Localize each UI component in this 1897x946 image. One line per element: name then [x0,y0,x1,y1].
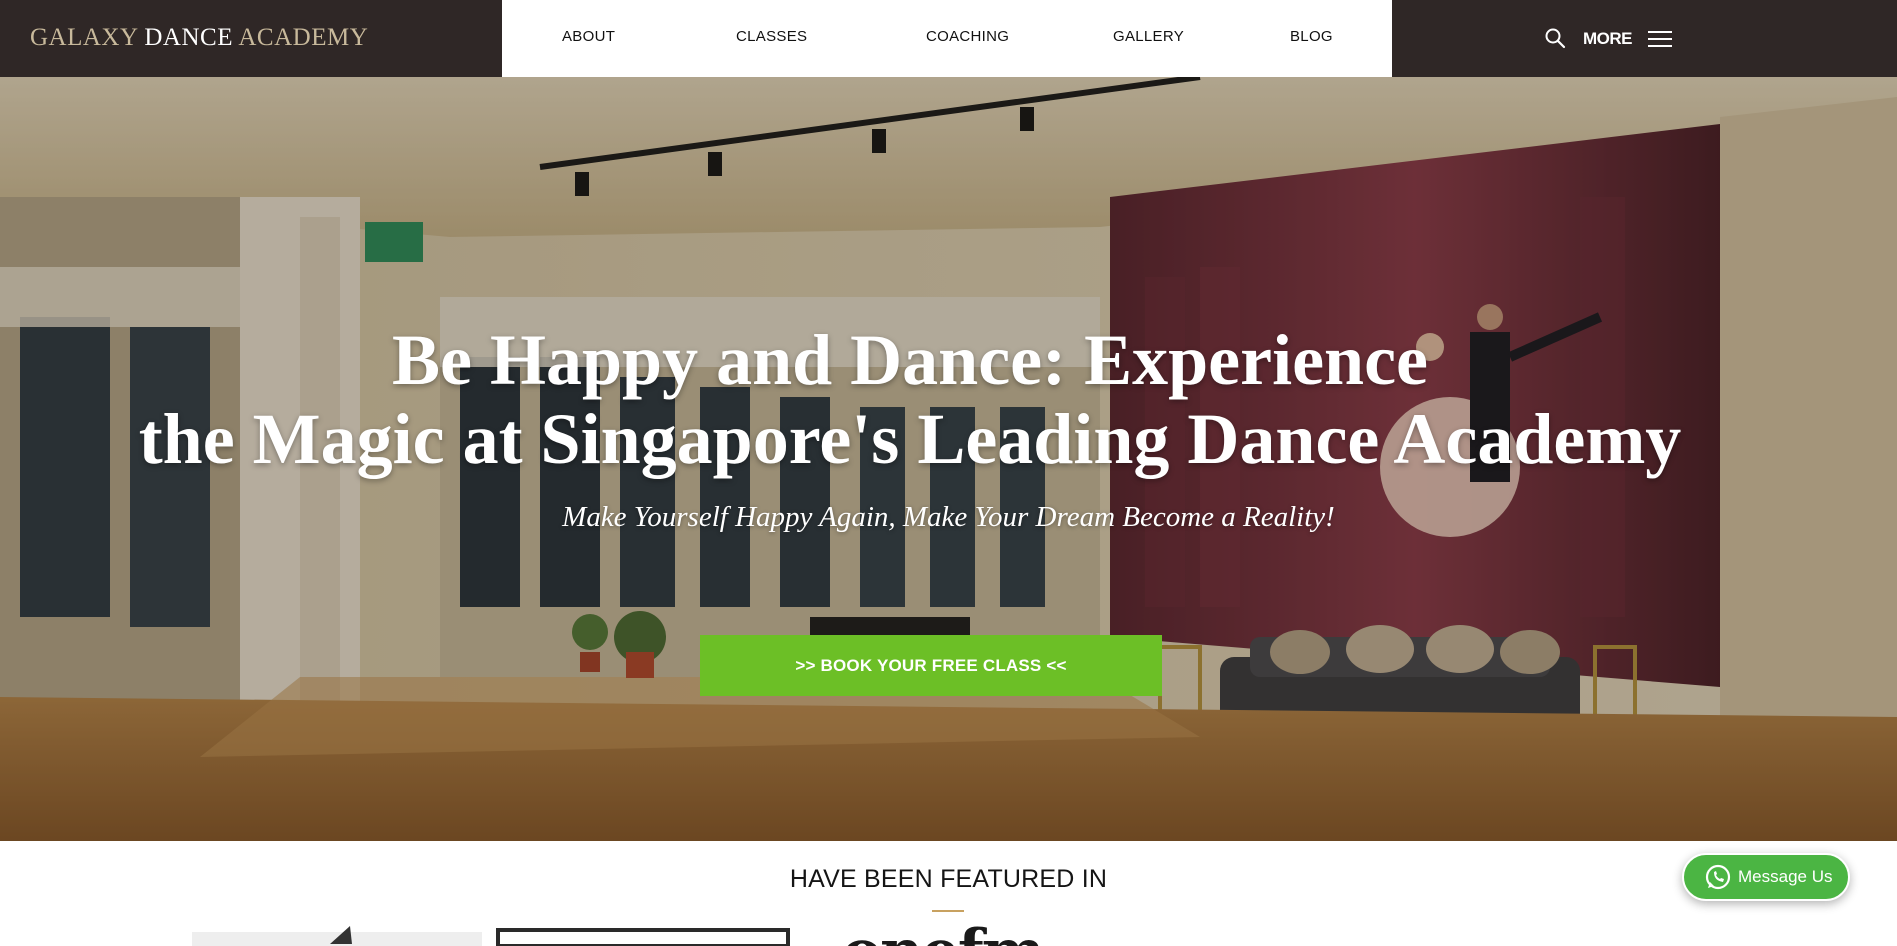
whatsapp-icon [1705,864,1731,890]
hero-subtitle: Make Yourself Happy Again, Make Your Dre… [562,501,1335,533]
hero-section: Be Happy and Dance: Experience the Magic… [0,77,1897,841]
site-logo[interactable]: GALAXY DANCE ACADEMY [30,24,368,52]
main-navigation: ABOUT CLASSES COACHING GALLERY BLOG [502,0,1392,77]
logo-word-academy: ACADEMY [238,24,369,51]
message-us-label: Message Us [1738,867,1833,886]
message-us-button[interactable]: Message Us [1682,853,1850,901]
hero-title-line-1: Be Happy and Dance: Experience [392,320,1428,400]
logo-word-galaxy: GALAXY [30,24,138,51]
more-menu-label[interactable]: MORE [1583,29,1633,49]
featured-heading: HAVE BEEN FEATURED IN [789,865,1108,893]
nav-item-coaching[interactable]: COACHING [926,28,1009,45]
nav-item-about[interactable]: ABOUT [562,28,615,45]
hero-title: Be Happy and Dance: Experience the Magic… [0,321,1820,479]
book-free-class-button[interactable]: >> BOOK YOUR FREE CLASS << [700,635,1162,696]
nav-item-blog[interactable]: BLOG [1290,28,1333,45]
onefm-logo: onefm [842,922,1045,946]
nav-item-classes[interactable]: CLASSES [736,28,807,45]
press-logos-row: onefm [0,920,1897,946]
site-header: GALAXY DANCE ACADEMY ABOUT CLASSES COACH… [0,0,1897,77]
hero-title-line-2: the Magic at Singapore's Leading Dance A… [138,399,1682,479]
search-icon[interactable] [1544,27,1566,49]
nav-item-gallery[interactable]: GALLERY [1113,28,1184,45]
hamburger-menu-icon[interactable] [1648,29,1672,49]
logo-word-dance: DANCE [144,24,233,51]
featured-divider [932,910,964,912]
